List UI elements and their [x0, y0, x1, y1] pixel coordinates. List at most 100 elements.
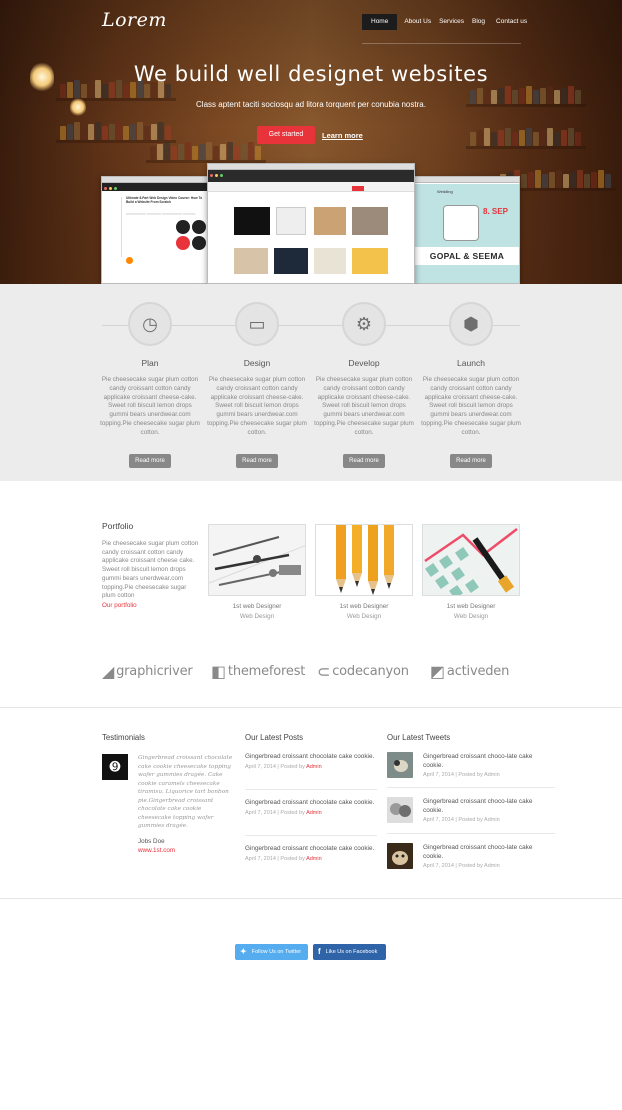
book-spine	[102, 84, 108, 98]
book-spine	[563, 174, 569, 188]
portfolio-item[interactable]: 1st web Designer Web Design	[315, 524, 413, 620]
brand-activeden[interactable]: ◩ activeden	[430, 662, 509, 681]
tweet-avatar	[387, 843, 413, 869]
testimonial-author: Jobs Doe	[138, 838, 165, 845]
post-item[interactable]: Gingerbread croissant chocolate cake coo…	[245, 844, 377, 862]
book-spine	[109, 124, 115, 140]
read-more-button[interactable]: Read more	[450, 453, 492, 468]
book-spine	[151, 124, 157, 140]
book-spine	[158, 122, 164, 140]
step-title: Develop	[348, 358, 380, 368]
themeforest-icon: ◧	[211, 662, 226, 681]
portfolio-item[interactable]: 1st web Designer Web Design	[208, 524, 306, 620]
book-spine	[591, 172, 597, 188]
screenshot-right: Wedding 8. SEP GOPAL & SEEMA	[412, 176, 520, 284]
post-item[interactable]: Gingerbread croissant chocolate cake coo…	[245, 752, 377, 770]
site-logo[interactable]: Lorem	[102, 9, 167, 31]
tweet-item[interactable]: Gingerbread croissant choco-late cake co…	[387, 752, 555, 780]
book-spine	[533, 132, 539, 146]
nav-blog[interactable]: Blog	[468, 14, 489, 30]
read-more-button[interactable]: Read more	[129, 453, 171, 468]
brand-codecanyon[interactable]: ⊂ codecanyon	[317, 662, 409, 681]
screenshot-heading: Ultimate 8-Part Web Design Video Course:…	[126, 196, 203, 204]
book-spine	[255, 146, 261, 160]
step-description: Pie cheesecake sugar plum cotton candy c…	[207, 376, 307, 436]
post-item[interactable]: Gingerbread croissant chocolate cake coo…	[245, 798, 377, 816]
book-spine	[577, 170, 583, 188]
book-spine	[234, 146, 240, 160]
portfolio-thumb-pencils[interactable]	[315, 524, 413, 596]
nav-about[interactable]: About Us	[400, 14, 435, 30]
post-title[interactable]: Gingerbread croissant chocolate cake coo…	[245, 844, 377, 853]
brand-name: themeforest	[227, 664, 306, 679]
book-spine	[123, 126, 129, 140]
book-spine	[102, 126, 108, 140]
book-spine	[164, 142, 170, 160]
main-nav: Home About Us Services Blog Contact us	[362, 14, 531, 30]
portfolio-thumb-drafting-tools[interactable]	[208, 524, 306, 596]
gear-icon: ⚙	[342, 302, 386, 346]
tweet-item[interactable]: Gingerbread croissant choco-late cake co…	[387, 797, 555, 825]
portfolio-category: Web Design	[239, 613, 275, 620]
portfolio-thumb-pen-grid[interactable]	[422, 524, 520, 596]
book-spine	[521, 174, 527, 188]
tweet-meta: April 7, 2014 | Posted by Admin	[423, 817, 500, 823]
post-title[interactable]: Gingerbread croissant chocolate cake coo…	[245, 752, 377, 761]
book-spine	[241, 144, 247, 160]
read-more-button[interactable]: Read more	[236, 453, 278, 468]
facebook-like-button[interactable]: f Like Us on Facebook	[313, 944, 386, 960]
nav-services[interactable]: Services	[435, 14, 468, 30]
post-author[interactable]: Admin	[306, 764, 322, 770]
get-started-button[interactable]: Get started	[257, 126, 315, 144]
portfolio-description: Pie cheesecake sugar plum cotton candy c…	[102, 540, 199, 600]
process-step: ◷ Plan Pie cheesecake sugar plum cotton ca…	[96, 302, 204, 468]
book-spine	[549, 172, 555, 188]
wedding-names: GOPAL & SEEMA	[413, 247, 519, 265]
portfolio-category: Web Design	[346, 613, 382, 620]
testimonial-avatar-icon: ➒	[102, 754, 128, 780]
process-step: ▭ Design Pie cheesecake sugar plum cotton …	[203, 302, 311, 468]
nav-home[interactable]: Home	[362, 14, 398, 30]
brand-themeforest[interactable]: ◧ themeforest	[211, 662, 305, 681]
wedding-label: Wedding	[437, 189, 453, 194]
process-step: ⬢ Launch Pie cheesecake sugar plum cotton …	[417, 302, 525, 468]
portfolio-caption: 1st web Designer	[446, 603, 496, 610]
learn-more-link[interactable]: Learn more	[322, 131, 363, 140]
tweet-item[interactable]: Gingerbread croissant choco-late cake co…	[387, 843, 555, 871]
testimonial-url[interactable]: www.1st.com	[138, 847, 175, 854]
book-spine	[81, 84, 87, 98]
read-more-button[interactable]: Read more	[343, 453, 385, 468]
post-meta: April 7, 2014 | Posted by Admin	[245, 856, 322, 862]
post-divider	[245, 835, 377, 836]
brand-name: activeden	[446, 664, 510, 679]
post-author[interactable]: Admin	[306, 810, 322, 816]
tweet-text: Gingerbread croissant choco-late cake co…	[423, 753, 533, 769]
book-spine	[554, 132, 560, 146]
portfolio-link[interactable]: Our portfolio	[102, 602, 137, 609]
activeden-icon: ◩	[430, 662, 445, 681]
book-spine	[575, 132, 581, 146]
section-divider	[0, 898, 622, 899]
step-title: Design	[243, 358, 271, 368]
tweet-avatar	[387, 752, 413, 778]
twitter-follow-button[interactable]: ✦ Follow Us on Twitter	[235, 944, 308, 960]
clock-icon: ◷	[128, 302, 172, 346]
book-spine	[171, 146, 177, 160]
facebook-label: Like Us on Facebook	[325, 949, 378, 955]
book-spine	[213, 146, 219, 160]
book-spine	[185, 142, 191, 160]
book-spine	[74, 122, 80, 140]
portfolio-caption: 1st web Designer	[232, 603, 282, 610]
post-author[interactable]: Admin	[306, 856, 322, 862]
book-spine	[220, 144, 226, 160]
tweets-heading: Our Latest Tweets	[387, 733, 451, 742]
nav-contact[interactable]: Contact us	[489, 14, 531, 30]
post-title[interactable]: Gingerbread croissant chocolate cake coo…	[245, 798, 377, 807]
book-spine	[584, 174, 590, 188]
book-spine	[144, 126, 150, 140]
portfolio-item[interactable]: 1st web Designer Web Design	[422, 524, 520, 620]
book-spine	[505, 128, 511, 146]
portfolio-caption: 1st web Designer	[339, 603, 389, 610]
brand-graphicriver[interactable]: ◢ graphicriver	[102, 662, 193, 681]
section-divider	[0, 707, 622, 708]
